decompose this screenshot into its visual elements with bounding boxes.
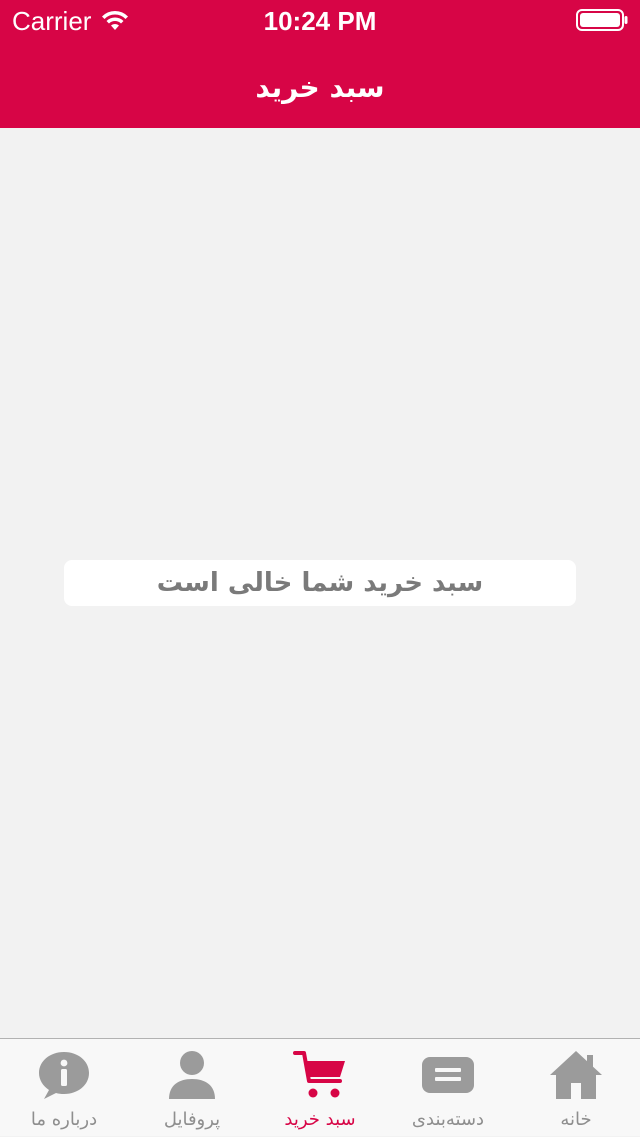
person-icon bbox=[169, 1051, 215, 1099]
tab-label-cart: سبد خرید bbox=[284, 1109, 356, 1130]
status-time: 10:24 PM bbox=[263, 6, 377, 36]
empty-cart-message: سبد خرید شما خالی است bbox=[64, 560, 576, 606]
tab-label-about: درباره ما bbox=[30, 1109, 98, 1130]
tab-about[interactable]: درباره ما bbox=[0, 1039, 128, 1137]
tab-profile[interactable]: پروفایل bbox=[128, 1039, 256, 1137]
cart-content: سبد خرید شما خالی است bbox=[0, 128, 640, 1038]
info-icon bbox=[39, 1052, 89, 1099]
nav-header: Carrier 10:24 PM سبد خرید bbox=[0, 0, 640, 128]
cart-icon bbox=[293, 1051, 345, 1098]
tab-categories[interactable]: دسته‌بندی bbox=[384, 1039, 512, 1137]
home-icon bbox=[550, 1051, 602, 1099]
status-bar: Carrier 10:24 PM bbox=[0, 0, 640, 40]
battery-icon bbox=[576, 9, 628, 31]
tab-cart[interactable]: سبد خرید bbox=[256, 1039, 384, 1137]
category-icon bbox=[422, 1057, 474, 1093]
tab-home[interactable]: خانه bbox=[512, 1039, 640, 1137]
tab-label-home: خانه bbox=[560, 1109, 592, 1130]
tab-label-profile: پروفایل bbox=[163, 1109, 221, 1130]
tab-bar: درباره ما پروفایل سبد خرید دسته‌بندی bbox=[0, 1038, 640, 1136]
tab-label-categories: دسته‌بندی bbox=[411, 1109, 485, 1130]
page-title: سبد خرید bbox=[255, 71, 385, 104]
